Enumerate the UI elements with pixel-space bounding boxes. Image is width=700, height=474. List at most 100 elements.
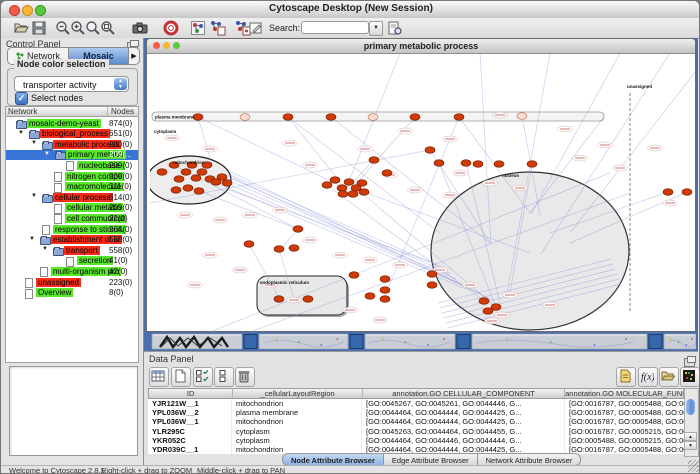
snapshot-icon[interactable] xyxy=(132,20,148,36)
minimized-window[interactable] xyxy=(259,334,348,349)
search-dropdown-arrow[interactable]: ▼ xyxy=(369,21,383,36)
zoom-fit-icon[interactable] xyxy=(85,20,101,36)
column-header[interactable]: annotation.GO CELLULAR_COMPONENT xyxy=(363,389,565,398)
float-data-panel-icon[interactable] xyxy=(684,358,695,367)
network-node[interactable] xyxy=(181,169,191,176)
table-cell[interactable]: [GO:0045267, GO:0045261, GO:0044446, G..… xyxy=(362,399,565,408)
table-cell[interactable]: [GO:0016787, GO:0005488, GO:0005215, G..… xyxy=(565,445,684,454)
tree-row[interactable]: nucleobase-209(0) xyxy=(6,160,138,171)
network-node[interactable] xyxy=(461,160,471,167)
tree-row[interactable]: cell communicat22(0) xyxy=(6,213,138,224)
open-attribute-file-icon[interactable] xyxy=(659,367,679,387)
network-node[interactable] xyxy=(425,147,435,154)
tree-row[interactable]: ▼transport558(0) xyxy=(6,245,138,256)
color-attribute-dropdown[interactable]: transporter activity ▲▼ xyxy=(14,76,129,92)
tree-row[interactable]: macromolecule311(0) xyxy=(6,182,138,193)
expand-arrow-icon[interactable]: ▼ xyxy=(31,193,37,199)
network-node-light[interactable] xyxy=(368,114,378,121)
table-cell[interactable]: [GO:0016787, GO:0005488, GO:0005215, G..… xyxy=(565,417,684,426)
new-attribute-icon[interactable] xyxy=(171,367,191,387)
save-icon[interactable] xyxy=(31,20,47,36)
network-node[interactable] xyxy=(380,276,390,283)
network-node[interactable] xyxy=(359,189,369,196)
column-header[interactable]: ID xyxy=(149,389,233,398)
zoom-out-icon[interactable] xyxy=(55,20,71,36)
tree-row[interactable]: secretion41(0) xyxy=(6,256,138,267)
network-node[interactable] xyxy=(197,169,207,176)
network-node[interactable] xyxy=(183,185,193,192)
network-node[interactable] xyxy=(380,296,390,303)
network-node[interactable] xyxy=(682,189,692,196)
network-node[interactable] xyxy=(338,191,348,198)
network-node[interactable] xyxy=(365,293,375,300)
network-node[interactable] xyxy=(337,185,347,192)
select-attributes-icon[interactable] xyxy=(193,367,213,387)
network-node[interactable] xyxy=(357,180,367,187)
network-node[interactable] xyxy=(427,282,437,289)
network-node[interactable] xyxy=(322,182,332,189)
minimized-window[interactable] xyxy=(365,334,455,349)
network-node[interactable] xyxy=(157,169,167,176)
tree-row[interactable]: response to stimulu264(0) xyxy=(6,224,138,235)
network-node[interactable] xyxy=(348,191,358,198)
table-cell[interactable]: YKR052C xyxy=(148,436,232,445)
minimized-window-title[interactable] xyxy=(244,335,257,349)
delete-attribute-icon[interactable] xyxy=(235,367,255,387)
network-node[interactable] xyxy=(171,187,181,194)
open-icon[interactable] xyxy=(13,20,29,36)
resize-grip[interactable] xyxy=(688,460,700,472)
table-cell[interactable]: YPL036W__1 xyxy=(148,417,232,426)
table-cell[interactable]: [GO:0016787, GO:0005488, GO:0005215, G..… xyxy=(565,408,684,417)
network-node[interactable] xyxy=(274,296,284,303)
expand-arrow-icon[interactable]: ▼ xyxy=(44,151,50,157)
network-node[interactable] xyxy=(326,114,336,121)
table-row[interactable]: YPL036W__1mitochondrion[GO:0044464, GO:0… xyxy=(148,417,684,426)
network-node[interactable] xyxy=(382,170,392,177)
tree-row[interactable]: ▼metabolic process280(0) xyxy=(6,139,138,150)
tree-row[interactable]: multi-organism pro42(0) xyxy=(6,266,138,277)
tree-row[interactable]: mosaic-demo-yeast874(0) xyxy=(6,118,138,129)
network-node[interactable] xyxy=(349,272,359,279)
network-node[interactable] xyxy=(473,161,483,168)
table-cell[interactable]: cytoplasm xyxy=(232,436,362,445)
network-node[interactable] xyxy=(274,246,284,253)
network-node[interactable] xyxy=(663,189,673,196)
table-cell[interactable]: mitochondrion xyxy=(232,417,362,426)
network-node[interactable] xyxy=(483,308,493,315)
network-node[interactable] xyxy=(303,296,313,303)
vizmapper-icon[interactable] xyxy=(190,20,206,36)
table-row[interactable]: YPL036W__2plasma membrane[GO:0044464, GO… xyxy=(148,408,684,417)
expand-arrow-icon[interactable]: ▼ xyxy=(29,236,35,242)
network-node[interactable] xyxy=(427,271,437,278)
birdseye-view[interactable] xyxy=(9,366,138,456)
search-input[interactable] xyxy=(301,21,369,34)
table-cell[interactable]: plasma membrane xyxy=(232,408,362,417)
search-options-icon[interactable] xyxy=(387,20,403,36)
network-node[interactable] xyxy=(244,241,254,248)
formula-builder-icon[interactable]: f(x) xyxy=(638,367,658,387)
network-node[interactable] xyxy=(194,188,204,195)
network-node[interactable] xyxy=(222,180,232,187)
network-node[interactable] xyxy=(293,226,303,233)
network-node[interactable] xyxy=(283,114,293,121)
network-node[interactable] xyxy=(217,174,227,181)
attribute-matrix-icon[interactable] xyxy=(680,367,700,387)
table-cell[interactable]: cytoplasm xyxy=(232,427,362,436)
tree-header-network[interactable]: Network xyxy=(6,107,108,116)
unselect-attributes-icon[interactable] xyxy=(214,367,234,387)
expand-arrow-icon[interactable]: ▼ xyxy=(18,130,24,136)
scroll-down-button[interactable]: ▼ xyxy=(684,441,697,450)
expand-arrow-icon[interactable]: ▼ xyxy=(42,246,48,252)
zoom-in-icon[interactable] xyxy=(70,20,86,36)
tree-row[interactable]: cellular metabo209(0) xyxy=(6,203,138,214)
scrollbar-thumb[interactable] xyxy=(686,399,695,415)
scroll-up-button[interactable]: ▲ xyxy=(684,432,697,441)
tree-row[interactable]: ▼primary metabo209(... xyxy=(6,150,138,161)
table-cell[interactable]: [GO:0016787, GO:0005215, GO:0003824, G..… xyxy=(565,427,684,436)
tree-row[interactable]: ▼establishment of lo558(0) xyxy=(6,235,138,246)
network-node[interactable] xyxy=(330,177,340,184)
table-cell[interactable]: [GO:0044464, GO:0044444, GO:0044425, G..… xyxy=(362,408,565,417)
zoom-selected-icon[interactable] xyxy=(100,20,116,36)
select-nodes-checkbox[interactable]: ✓ xyxy=(15,92,28,105)
table-cell[interactable]: [GO:0044464, GO:0044446, GO:0044444, G..… xyxy=(362,436,565,445)
